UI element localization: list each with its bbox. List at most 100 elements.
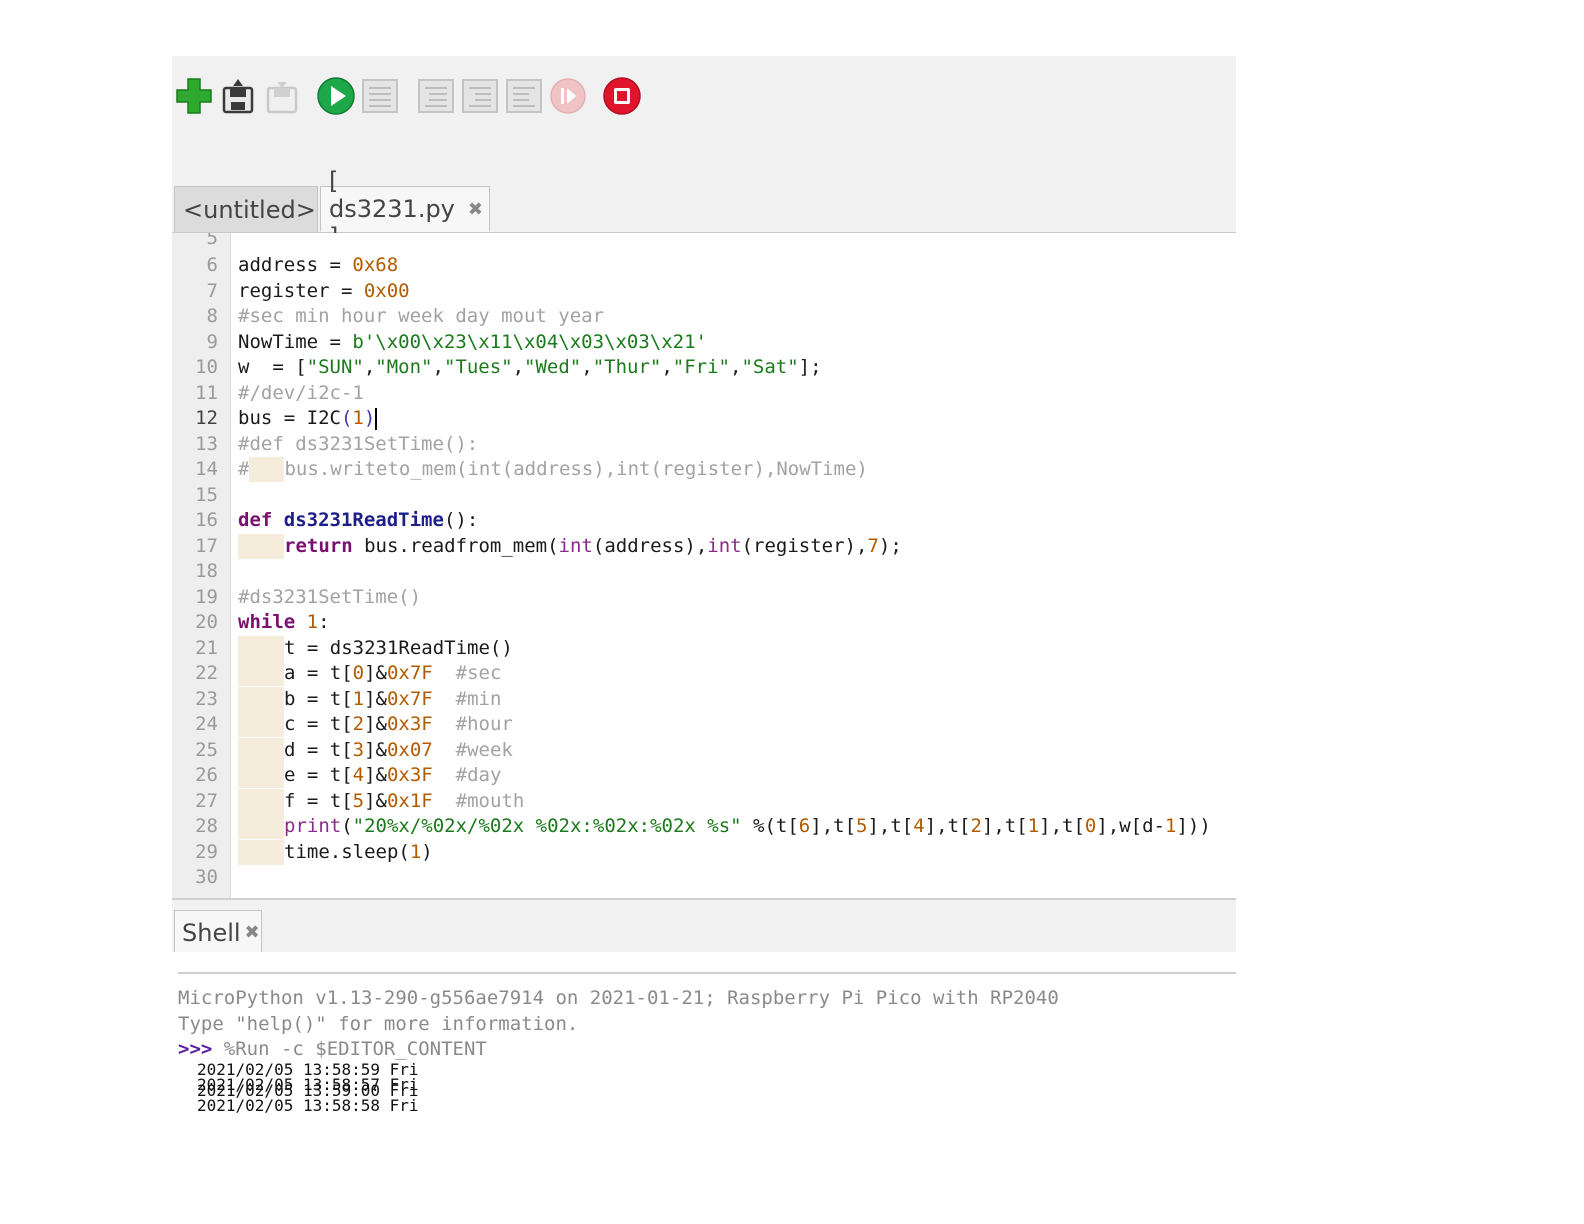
comment: #sec [455, 662, 502, 684]
code-line: time.sleep(1) [238, 840, 433, 865]
string-literal: "SUN" [306, 356, 364, 378]
run-icon [317, 77, 355, 115]
comment: bus.writeto_mem(int(address),int(registe… [284, 458, 868, 480]
number-literal: 0x1F [386, 790, 433, 812]
close-icon[interactable]: ✖ [245, 922, 260, 943]
number-literal: 7 [867, 535, 879, 557]
line-number: 16 [195, 509, 218, 531]
code-text: ) [421, 841, 433, 863]
number-literal: 1 [1164, 815, 1177, 837]
step-out-button[interactable] [504, 76, 544, 116]
number-literal: 1 [306, 611, 319, 633]
code-text: , [512, 356, 525, 378]
number-literal: 0x3F [386, 764, 433, 786]
code-text: NowTime = [238, 331, 353, 353]
code-line: e = t[4]&0x3F #day [238, 763, 501, 788]
stop-button[interactable] [602, 76, 642, 116]
code-text: %(t[ [741, 815, 799, 837]
number-literal: 0 [1084, 815, 1097, 837]
number-literal: 2 [352, 713, 365, 735]
string-literal: "Tues" [443, 356, 513, 378]
comment: #/dev/i2c-1 [238, 382, 364, 404]
tab-ds3231[interactable]: [ ds3231.py ] ✖ [320, 167, 490, 251]
code-line: c = t[2]&0x3F #hour [238, 712, 513, 737]
code-text: register = [238, 280, 364, 302]
code-text: , [661, 356, 673, 378]
comment: #def ds3231SetTime(): [238, 433, 479, 455]
code-text: ])) [1176, 815, 1211, 837]
code-text: d = t[ [284, 739, 353, 761]
code-text: bus = I2C [238, 407, 341, 429]
string-literal: "Thur" [592, 356, 662, 378]
save-button[interactable] [262, 76, 302, 116]
divider [178, 972, 1236, 974]
code-text: a = t[ [284, 662, 353, 684]
line-number-gutter: 5 6 7 8 9 10 11 12 13 14 15 16 17 18 19 … [172, 233, 231, 898]
code-text: ]& [364, 739, 387, 761]
number-literal: 1 [1027, 815, 1040, 837]
step-over-button[interactable] [416, 76, 456, 116]
indent-guide [238, 814, 284, 839]
line-number: 23 [195, 688, 218, 710]
step-into-button[interactable] [460, 76, 500, 116]
code-line: address = 0x68 [238, 253, 398, 278]
keyword: def [238, 509, 273, 531]
number-literal: 1 [352, 407, 364, 429]
run-button[interactable] [316, 76, 356, 116]
comment: #min [455, 688, 502, 710]
comment: #week [455, 739, 513, 761]
code-text: ],w[d- [1096, 815, 1165, 837]
code-line: a = t[0]&0x7F #sec [238, 661, 501, 686]
line-number: 6 [206, 254, 218, 276]
line-number: 10 [195, 356, 218, 378]
code-text: ],t[ [1039, 815, 1085, 837]
shell-output-line: 2021/02/05 13:58:59 Fri [197, 1060, 419, 1079]
code-text: ]; [798, 356, 822, 378]
code-text: ],t[ [981, 815, 1028, 837]
shell-tab-bar: Shell ✖ [172, 898, 1236, 954]
number-literal: 0x07 [386, 739, 433, 761]
tab-shell[interactable]: Shell ✖ [174, 910, 262, 954]
string-literal: "Mon" [375, 356, 433, 378]
code-text: (register), [741, 535, 868, 557]
step-out-icon [506, 79, 542, 113]
code-text: ); [878, 535, 902, 557]
number-literal: 4 [913, 815, 925, 837]
string-literal: "20%x/%02x/%02x %02x:%02x:%02x %s" [352, 815, 742, 837]
line-number: 14 [195, 458, 218, 480]
resume-icon [550, 78, 586, 114]
new-file-button[interactable] [174, 76, 214, 116]
code-text: ]& [364, 790, 387, 812]
comment: #day [455, 764, 502, 786]
code-line: NowTime = b'\x00\x23\x11\x04\x03\x03\x21… [238, 330, 707, 355]
code-line: #def ds3231SetTime(): [238, 432, 478, 457]
string-literal: "Wed" [524, 356, 582, 378]
code-line: #/dev/i2c-1 [238, 381, 364, 406]
close-icon[interactable]: ✖ [468, 199, 483, 220]
indent-guide [238, 712, 284, 737]
code-text: (address), [592, 535, 708, 557]
code-line: w = ["SUN","Mon","Tues","Wed","Thur","Fr… [238, 355, 822, 380]
number-literal: 5 [856, 815, 868, 837]
string-literal: "Sat" [741, 356, 799, 378]
keyword: return [284, 535, 353, 557]
code-text: ]& [364, 764, 387, 786]
code-text: b = t[ [284, 688, 353, 710]
line-number: 8 [206, 305, 218, 327]
load-icon [222, 79, 254, 114]
code-editor[interactable]: 5 6 7 8 9 10 11 12 13 14 15 16 17 18 19 … [172, 233, 1236, 898]
code-line: #ds3231SetTime() [238, 585, 421, 610]
number-literal: 1 [409, 841, 422, 863]
tab-untitled[interactable]: <untitled> ✖ [174, 186, 337, 232]
number-literal: 0x3F [386, 713, 433, 735]
comment: # [238, 458, 250, 480]
plus-icon [176, 78, 212, 114]
line-number: 7 [206, 280, 218, 302]
line-number: 21 [195, 637, 218, 659]
string-literal: "Fri" [672, 356, 730, 378]
indent-guide [238, 534, 284, 559]
resume-button[interactable] [548, 76, 588, 116]
code-line: return bus.readfrom_mem(int(address),int… [238, 534, 902, 559]
debug-button[interactable] [360, 76, 400, 116]
load-button[interactable] [218, 76, 258, 116]
